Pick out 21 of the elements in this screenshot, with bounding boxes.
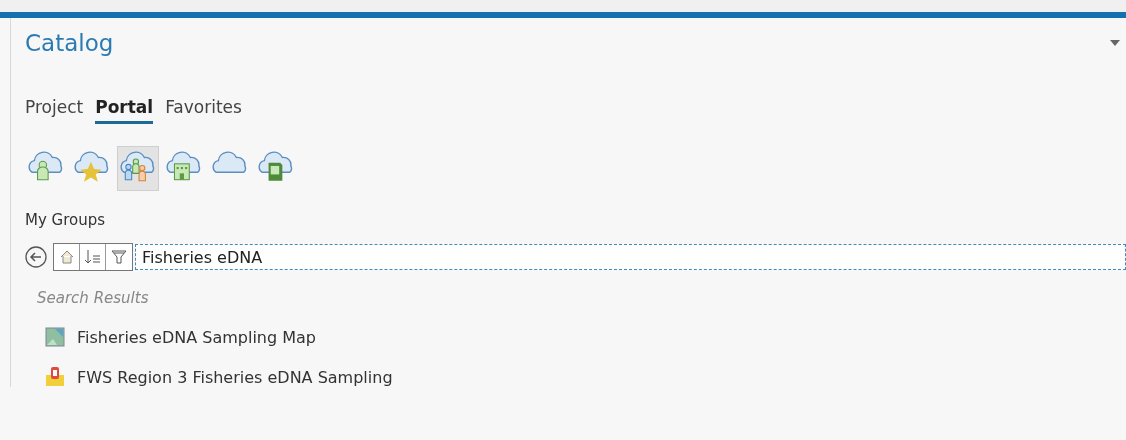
results-heading: Search Results xyxy=(37,289,150,307)
portal-button[interactable] xyxy=(117,146,159,191)
cloud-people-icon xyxy=(120,150,156,184)
cloud-book-icon xyxy=(258,150,294,184)
dropdown-icon[interactable] xyxy=(1110,40,1120,46)
filter-icon xyxy=(111,249,127,265)
tab[interactable]: Project xyxy=(25,96,84,124)
result-item[interactable]: FWS Region 3 Fisheries eDNA Sampling xyxy=(77,367,393,387)
tab[interactable]: Portal xyxy=(95,96,154,124)
search-field[interactable]: Fisheries eDNA xyxy=(135,244,1126,270)
cloud-star-icon xyxy=(74,150,110,184)
panel-title: Catalog xyxy=(25,30,114,56)
home-icon xyxy=(58,249,75,265)
layer-package-icon xyxy=(45,367,65,387)
result-item[interactable]: Fisheries eDNA Sampling Map xyxy=(77,327,316,347)
map-icon xyxy=(45,327,65,347)
tab[interactable]: Favorites xyxy=(165,96,242,124)
sort-icon xyxy=(83,249,102,265)
section-title: My Groups xyxy=(25,211,107,229)
back-button[interactable] xyxy=(25,246,47,268)
back-icon xyxy=(25,246,47,268)
